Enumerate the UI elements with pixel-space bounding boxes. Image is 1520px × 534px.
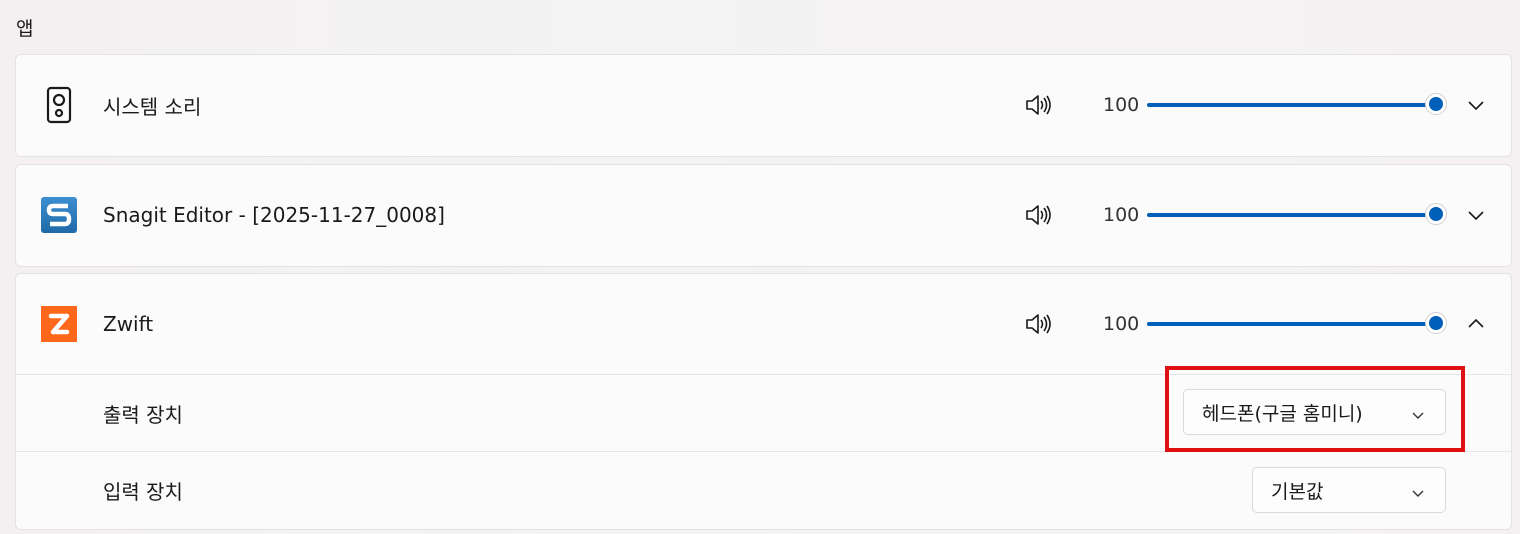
output-device-label: 출력 장치 <box>103 402 183 427</box>
app-row-system-sounds[interactable]: 시스템 소리 100 <box>16 55 1511 155</box>
volume-slider-track <box>1147 322 1427 326</box>
zwift-logo-icon <box>40 305 78 343</box>
snagit-logo-icon <box>40 196 78 234</box>
volume-slider-thumb[interactable] <box>1425 312 1447 334</box>
mute-speaker-icon[interactable] <box>1024 203 1052 227</box>
section-title: 앱 <box>16 18 34 40</box>
app-card-snagit: Snagit Editor - [2025-11-27_0008] 100 <box>15 164 1512 267</box>
input-device-row: 입력 장치 기본값 <box>16 451 1511 528</box>
chevron-down-icon[interactable] <box>1466 95 1486 115</box>
volume-value: 100 <box>1103 94 1140 116</box>
app-row-zwift[interactable]: Zwift 100 <box>16 274 1511 374</box>
app-name: Zwift <box>103 312 154 336</box>
highlight-annotation-box <box>1165 366 1465 452</box>
chevron-down-icon[interactable] <box>1466 205 1486 225</box>
volume-slider-thumb[interactable] <box>1425 93 1447 115</box>
volume-value: 100 <box>1103 204 1140 226</box>
volume-value: 100 <box>1103 313 1140 335</box>
volume-slider[interactable] <box>1147 312 1447 336</box>
volume-slider[interactable] <box>1147 203 1447 227</box>
app-name: Snagit Editor - [2025-11-27_0008] <box>103 203 445 227</box>
chevron-up-icon[interactable] <box>1466 314 1486 334</box>
chevron-down-icon <box>1411 483 1425 497</box>
volume-slider-track <box>1147 213 1427 217</box>
input-device-label: 입력 장치 <box>103 479 183 504</box>
volume-slider-thumb[interactable] <box>1425 203 1447 225</box>
input-device-value: 기본값 <box>1271 480 1324 503</box>
app-row-snagit[interactable]: Snagit Editor - [2025-11-27_0008] 100 <box>16 165 1511 265</box>
volume-slider-track <box>1147 103 1427 107</box>
mute-speaker-icon[interactable] <box>1024 93 1052 117</box>
mute-speaker-icon[interactable] <box>1024 312 1052 336</box>
system-sounds-speaker-icon <box>40 86 78 124</box>
volume-slider[interactable] <box>1147 93 1447 117</box>
app-name: 시스템 소리 <box>103 94 202 119</box>
input-device-dropdown[interactable]: 기본값 <box>1252 467 1446 513</box>
app-card-system-sounds: 시스템 소리 100 <box>15 54 1512 157</box>
